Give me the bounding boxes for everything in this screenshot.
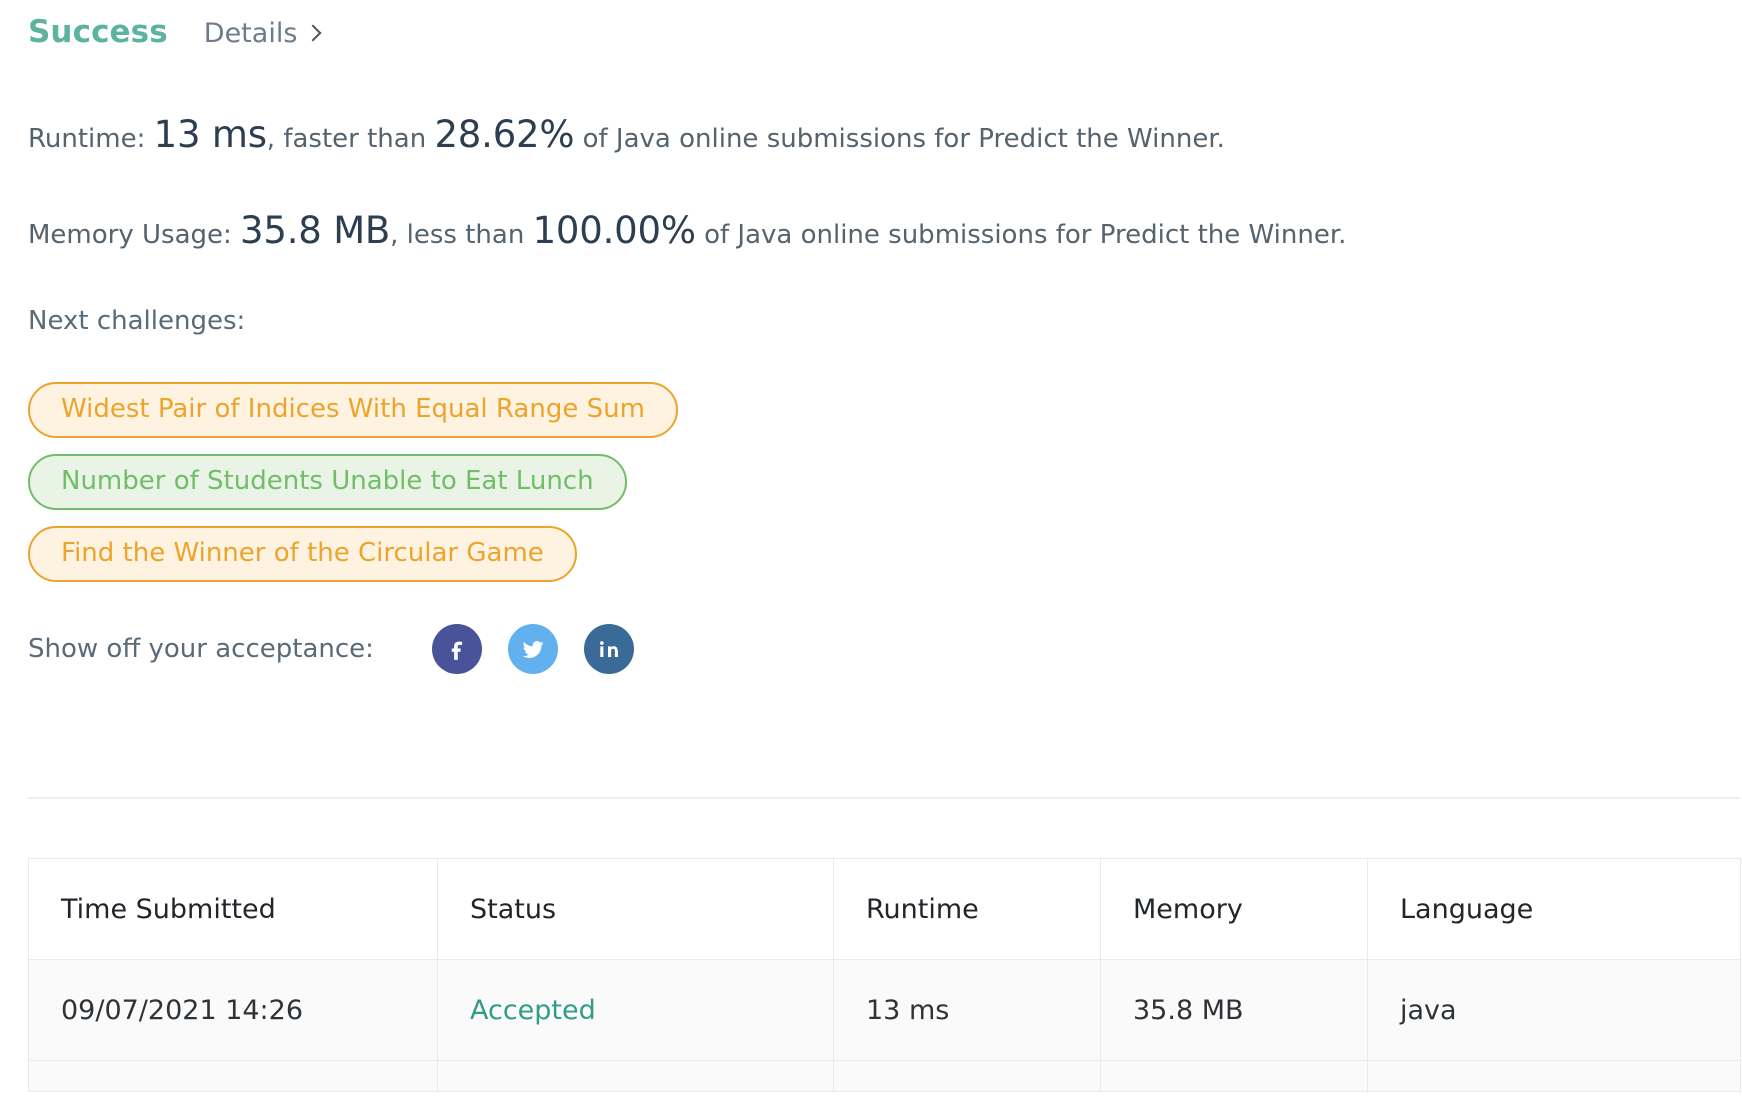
cell-runtime <box>833 1060 1101 1092</box>
table-row <box>28 1060 1741 1092</box>
column-header-time-submitted: Time Submitted <box>28 858 438 960</box>
challenge-pill[interactable]: Find the Winner of the Circular Game <box>28 525 577 582</box>
chevron-right-icon <box>304 24 322 41</box>
memory-prefix-label: Memory Usage: <box>28 220 232 250</box>
cell-memory: 35.8 MB <box>1100 959 1368 1061</box>
next-challenges-list: Widest Pair of Indices With Equal Range … <box>28 382 678 582</box>
column-header-memory: Memory <box>1100 858 1368 960</box>
runtime-middle-label: , faster than <box>266 124 427 154</box>
share-row: Show off your acceptance: <box>28 624 634 674</box>
share-label: Show off your acceptance: <box>28 634 374 664</box>
memory-middle-label: , less than <box>390 220 525 250</box>
twitter-icon[interactable] <box>507 624 558 674</box>
facebook-icon[interactable] <box>431 624 482 674</box>
status-accepted-link[interactable]: Accepted <box>470 995 596 1026</box>
cell-status <box>437 1060 834 1092</box>
runtime-suffix-label: of Java online submissions for Predict t… <box>582 124 1225 154</box>
cell-language: java <box>1367 959 1741 1061</box>
submissions-table: Time Submitted Status Runtime Memory Lan… <box>28 858 1741 1092</box>
table-header-row: Time Submitted Status Runtime Memory Lan… <box>28 858 1741 960</box>
status-badge: Success <box>28 14 168 50</box>
memory-summary: Memory Usage: 35.8 MB, less than 100.00%… <box>28 212 1346 249</box>
section-divider <box>28 797 1740 799</box>
memory-suffix-label: of Java online submissions for Predict t… <box>704 220 1347 250</box>
column-header-runtime: Runtime <box>833 858 1101 960</box>
cell-runtime: 13 ms <box>833 959 1101 1061</box>
column-header-language: Language <box>1367 858 1741 960</box>
details-label: Details <box>203 18 298 49</box>
details-link[interactable]: Details <box>203 18 322 49</box>
cell-status: Accepted <box>437 959 834 1061</box>
memory-value: 35.8 MB <box>240 209 391 252</box>
submission-status-bar: Success Details <box>28 14 322 50</box>
cell-language <box>1367 1060 1741 1092</box>
challenge-pill[interactable]: Number of Students Unable to Eat Lunch <box>28 453 627 510</box>
share-icon-group <box>431 624 634 674</box>
runtime-value: 13 ms <box>153 113 267 156</box>
challenge-pill[interactable]: Widest Pair of Indices With Equal Range … <box>28 382 678 438</box>
memory-percentile: 100.00% <box>532 209 696 252</box>
runtime-prefix-label: Runtime: <box>28 124 146 154</box>
runtime-percentile: 28.62% <box>434 113 575 156</box>
cell-memory <box>1100 1060 1368 1092</box>
linkedin-icon[interactable] <box>583 624 634 674</box>
next-challenges-label: Next challenges: <box>28 306 246 336</box>
table-row: 09/07/2021 14:26 Accepted 13 ms 35.8 MB … <box>28 959 1741 1061</box>
runtime-summary: Runtime: 13 ms, faster than 28.62% of Ja… <box>28 116 1225 153</box>
cell-time-submitted: 09/07/2021 14:26 <box>28 959 438 1061</box>
column-header-status: Status <box>437 858 834 960</box>
cell-time-submitted <box>28 1060 438 1092</box>
